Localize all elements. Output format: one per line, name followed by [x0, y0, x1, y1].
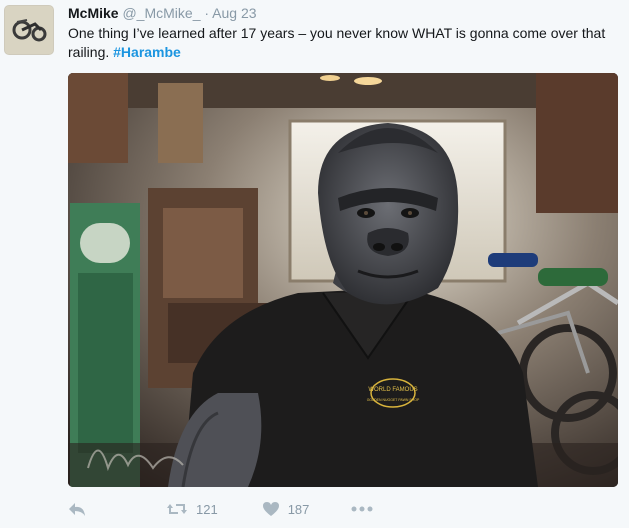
shirt-logo-subtext: GOLDEN NUGGET PAWN SHOP [367, 398, 420, 402]
tweet-date[interactable]: Aug 23 [212, 5, 256, 21]
tweet-text: One thing I’ve learned after 17 years – … [68, 24, 613, 62]
like-button[interactable]: 187 [262, 501, 310, 517]
display-name[interactable]: McMike [68, 5, 119, 21]
more-icon [351, 506, 373, 512]
shirt-logo-text: WORLD FAMOUS [368, 387, 417, 393]
avatar[interactable] [4, 5, 54, 55]
retweet-icon [167, 504, 187, 514]
reply-button[interactable] [68, 501, 86, 517]
separator-dot: · [204, 5, 210, 21]
reply-icon [69, 503, 85, 516]
user-handle[interactable]: @_McMike_ [122, 5, 200, 21]
retweet-button[interactable]: 121 [166, 501, 218, 517]
hashtag-link[interactable]: #Harambe [113, 44, 181, 60]
heart-icon [262, 502, 279, 516]
more-button[interactable] [351, 506, 373, 512]
tweet-photo[interactable]: WORLD FAMOUS GOLDEN NUGGET PAWN SHOP [68, 73, 618, 487]
like-count: 187 [287, 501, 310, 517]
retweet-count: 121 [196, 501, 218, 517]
tweet-actions: 121 187 [68, 499, 403, 519]
tweet: McMike @_McMike_ · Aug 23 One thing I’ve… [0, 0, 629, 528]
tweet-header: McMike @_McMike_ · Aug 23 [68, 4, 257, 22]
